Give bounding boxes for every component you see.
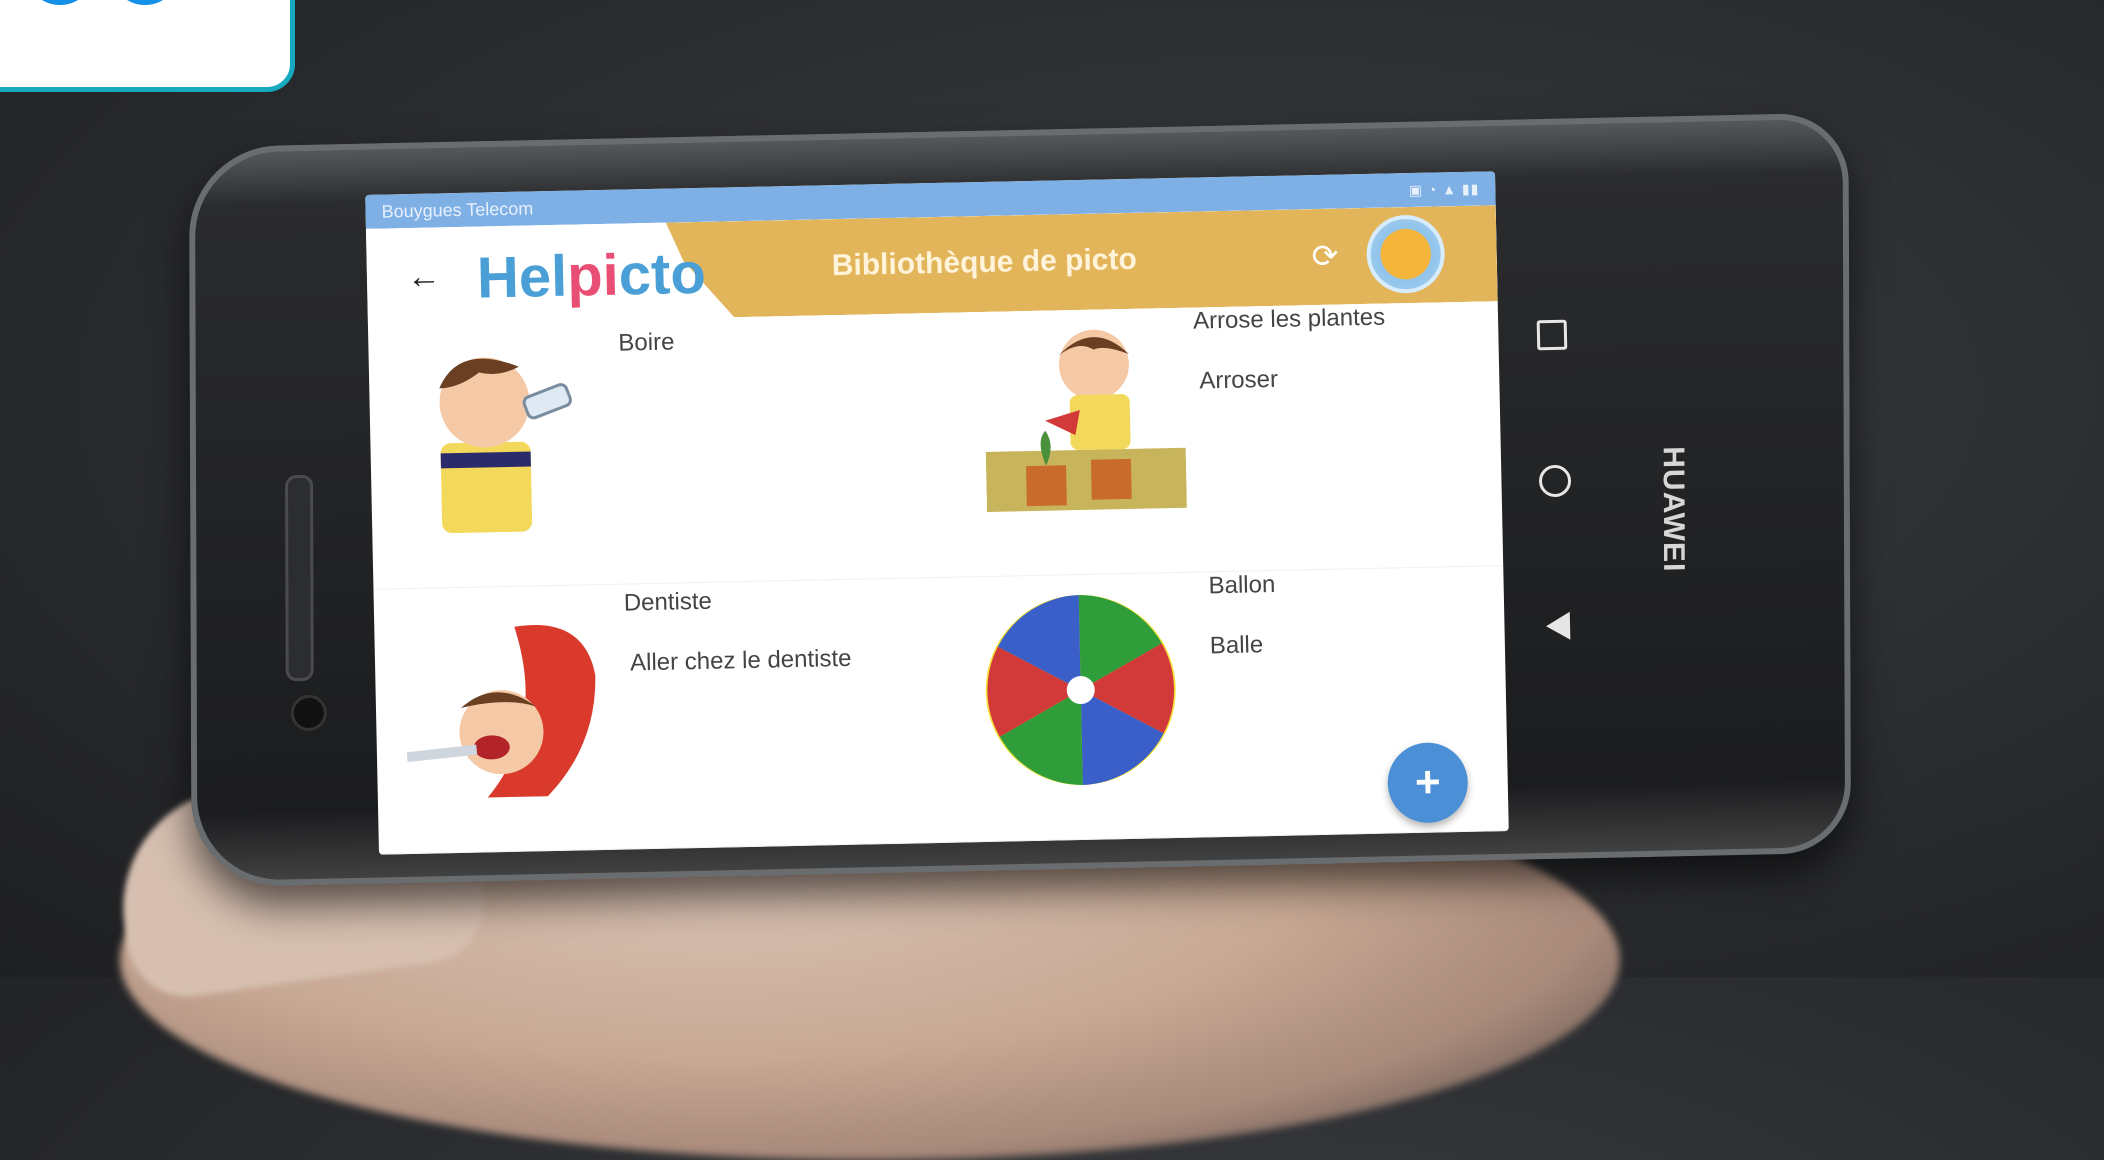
logo-blob-icon xyxy=(110,0,180,5)
child-watering-plants-icon xyxy=(985,329,1187,512)
beach-ball-icon xyxy=(985,595,1176,786)
dentist-icon xyxy=(406,625,596,798)
recent-apps-icon[interactable] xyxy=(1536,319,1568,351)
logo-part: pi xyxy=(566,242,620,309)
picto-label: Arrose les plantes xyxy=(1192,303,1386,335)
picto-label: Boire xyxy=(618,328,675,357)
child-drinking-icon xyxy=(439,357,572,534)
status-icons: ▣ ◔ ▲ ▮▮ xyxy=(1408,180,1480,198)
logo-part: cto xyxy=(618,240,707,308)
earpiece-speaker xyxy=(285,474,314,682)
front-camera xyxy=(290,694,327,732)
carrier-name: Bouygues Telecom xyxy=(381,197,534,222)
picto-label: Balle xyxy=(1209,631,1264,660)
page-title: Bibliothèque de picto xyxy=(831,242,1138,283)
refresh-icon[interactable]: ⟳ xyxy=(1311,237,1339,276)
logo-part: Hel xyxy=(476,243,568,311)
picto-label: Ballon xyxy=(1208,570,1276,600)
logo-blob-icon xyxy=(25,0,95,5)
back-triangle-icon[interactable] xyxy=(1545,611,1571,641)
corner-logo-badge xyxy=(0,0,295,92)
device-brand: HUAWEI xyxy=(1656,445,1691,573)
helpicto-logo: Helpicto xyxy=(476,240,706,312)
back-arrow-icon[interactable]: ← xyxy=(407,257,442,297)
picto-label: Arroser xyxy=(1199,365,1279,395)
home-icon[interactable] xyxy=(1538,464,1572,498)
android-nav-bar xyxy=(1522,319,1589,641)
picto-card[interactable]: Arrose les plantes Arroser xyxy=(932,301,1504,578)
picto-label: Aller chez le dentiste xyxy=(629,644,852,677)
phone-screen: Bouygues Telecom ▣ ◔ ▲ ▮▮ ← Helpicto Bib… xyxy=(365,171,1509,855)
picto-grid: Boire Arrose les plantes Arroser Dentist… xyxy=(367,301,1509,855)
picto-card[interactable]: Dentiste Aller chez le dentiste xyxy=(373,577,944,855)
picto-label: Dentiste xyxy=(623,587,713,617)
picto-card[interactable]: Boire xyxy=(367,313,939,590)
